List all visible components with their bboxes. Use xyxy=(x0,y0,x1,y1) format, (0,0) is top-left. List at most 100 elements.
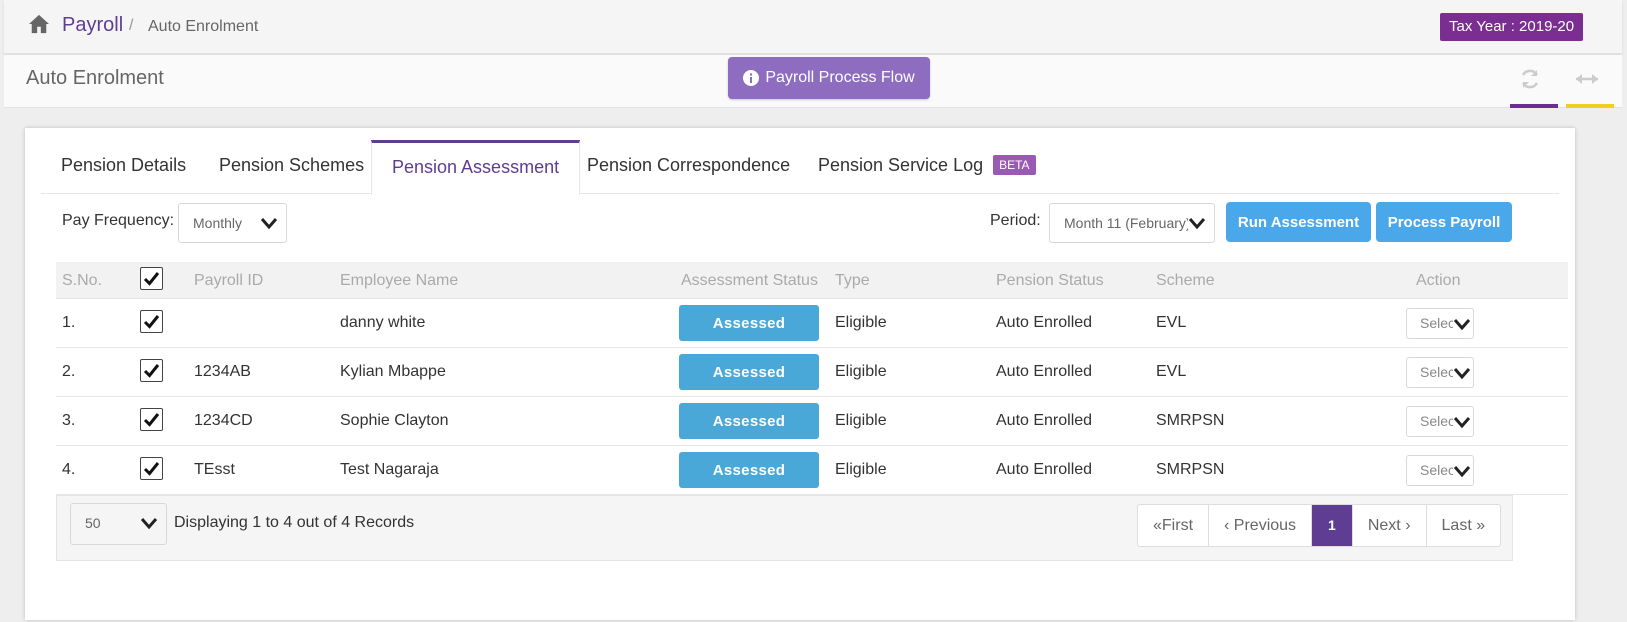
tab-label: Pension Service Log xyxy=(818,155,984,175)
chevron-down-icon xyxy=(1453,317,1471,331)
table-row: 3. 1234CD Sophie Clayton Assessed Eligib… xyxy=(56,397,1568,446)
checkmark-icon xyxy=(143,462,160,476)
pagination: «First ‹ Previous 1 Next › Last » xyxy=(1137,504,1502,547)
assessment-status-badge: Assessed xyxy=(679,354,819,390)
tab-bar: Pension Details Pension Schemes Pension … xyxy=(41,140,1559,195)
row-payroll-id: TEsst xyxy=(194,461,235,478)
run-assessment-button[interactable]: Run Assessment xyxy=(1226,202,1371,242)
row-scheme: SMRPSN xyxy=(1156,412,1225,429)
pagination-current-page[interactable]: 1 xyxy=(1312,505,1353,546)
row-pension-status: Auto Enrolled xyxy=(996,461,1093,478)
row-action-select[interactable]: Select xyxy=(1406,455,1474,486)
row-payroll-id: 1234AB xyxy=(194,363,251,380)
chevron-down-icon xyxy=(1453,415,1471,429)
row-checkbox[interactable] xyxy=(140,359,163,382)
records-count-text: Displaying 1 to 4 out of 4 Records xyxy=(174,514,415,531)
row-pension-status: Auto Enrolled xyxy=(996,363,1093,380)
pagination-previous[interactable]: ‹ Previous xyxy=(1209,505,1313,546)
tab-pension-details[interactable]: Pension Details xyxy=(41,140,206,194)
tax-year-badge[interactable]: Tax Year : 2019-20 xyxy=(1440,13,1584,41)
header-action: Action xyxy=(1416,272,1461,289)
chevron-left-icon: ‹ xyxy=(1224,517,1234,534)
double-chevron-left-icon: « xyxy=(1153,517,1162,534)
pay-frequency-value: Monthly xyxy=(193,215,243,231)
row-type: Eligible xyxy=(835,461,887,478)
chevron-down-icon xyxy=(1453,464,1471,478)
row-employee-name: danny white xyxy=(340,314,426,331)
breadcrumb-payroll[interactable]: Payroll xyxy=(62,14,123,37)
pagination-first-label: First xyxy=(1161,517,1194,534)
pagination-last[interactable]: Last » xyxy=(1427,505,1501,546)
row-checkbox[interactable] xyxy=(140,310,163,333)
row-type: Eligible xyxy=(835,314,887,331)
row-pension-status: Auto Enrolled xyxy=(996,314,1093,331)
row-checkbox[interactable] xyxy=(140,408,163,431)
double-chevron-right-icon: » xyxy=(1471,517,1486,534)
accent-bar-yellow xyxy=(1566,104,1614,108)
pagination-next[interactable]: Next › xyxy=(1353,505,1427,546)
beta-badge: BETA xyxy=(993,155,1036,175)
pagination-last-label: Last xyxy=(1441,517,1472,534)
tab-label: Pension Correspondence xyxy=(587,155,791,175)
row-sno: 4. xyxy=(62,461,76,478)
home-icon[interactable] xyxy=(28,14,50,34)
row-scheme: EVL xyxy=(1156,314,1187,331)
refresh-icon[interactable] xyxy=(1518,67,1542,91)
header-assessment-status: Assessment Status xyxy=(681,272,818,289)
chevron-down-icon xyxy=(1188,216,1206,230)
pagination-first[interactable]: «First xyxy=(1138,505,1210,546)
row-sno: 3. xyxy=(62,412,76,429)
chevron-right-icon: › xyxy=(1400,517,1411,534)
table-header: S.No. Payroll ID Employee Name Assessmen… xyxy=(56,262,1568,299)
tab-pension-service-log[interactable]: Pension Service Log BETA xyxy=(798,140,1056,194)
header-payroll-id: Payroll ID xyxy=(194,272,264,289)
tab-label: Pension Schemes xyxy=(219,155,365,175)
chevron-down-icon xyxy=(260,218,278,230)
header-type: Type xyxy=(835,272,870,289)
checkmark-icon xyxy=(143,272,160,286)
row-action-select[interactable]: Select xyxy=(1406,357,1474,388)
period-select[interactable]: Month 11 (February) xyxy=(1049,203,1215,243)
header-sno: S.No. xyxy=(62,272,103,289)
header-employee-name: Employee Name xyxy=(340,272,459,289)
pay-frequency-select[interactable]: Monthly xyxy=(178,203,287,243)
row-pension-status: Auto Enrolled xyxy=(996,412,1093,429)
table-footer: 50 Displaying 1 to 4 out of 4 Records «F… xyxy=(56,495,1513,561)
row-type: Eligible xyxy=(835,363,887,380)
tab-pension-schemes[interactable]: Pension Schemes xyxy=(199,140,384,194)
row-employee-name: Test Nagaraja xyxy=(340,461,439,478)
expand-horizontal-icon[interactable] xyxy=(1574,69,1600,89)
info-icon xyxy=(743,70,760,86)
row-type: Eligible xyxy=(835,412,887,429)
row-sno: 1. xyxy=(62,314,76,331)
checkmark-icon xyxy=(143,413,160,427)
page-size-select[interactable]: 50 xyxy=(70,503,167,545)
payroll-process-flow-button[interactable]: Payroll Process Flow xyxy=(728,57,930,99)
row-scheme: EVL xyxy=(1156,363,1187,380)
period-label: Period: xyxy=(990,212,1041,229)
assessment-status-badge: Assessed xyxy=(679,403,819,439)
page-header: Auto Enrolment Payroll Process Flow xyxy=(4,55,1622,108)
tab-pension-correspondence[interactable]: Pension Correspondence xyxy=(567,140,810,194)
checkmark-icon xyxy=(143,315,160,329)
tab-label: Pension Assessment xyxy=(392,157,560,177)
pay-frequency-label: Pay Frequency: xyxy=(62,212,175,229)
breadcrumb-separator: / xyxy=(129,17,134,34)
row-action-select[interactable]: Select xyxy=(1406,406,1474,437)
header-scheme: Scheme xyxy=(1156,272,1215,289)
assessment-status-badge: Assessed xyxy=(679,452,819,488)
page-title: Auto Enrolment xyxy=(26,67,164,89)
row-employee-name: Sophie Clayton xyxy=(340,412,449,429)
row-checkbox[interactable] xyxy=(140,457,163,480)
row-payroll-id: 1234CD xyxy=(194,412,253,429)
payroll-process-flow-label: Payroll Process Flow xyxy=(765,69,915,86)
process-payroll-button[interactable]: Process Payroll xyxy=(1376,202,1512,242)
pagination-next-label: Next xyxy=(1367,517,1401,534)
select-all-checkbox[interactable] xyxy=(140,267,163,290)
tab-pension-assessment[interactable]: Pension Assessment xyxy=(371,140,581,195)
chevron-down-icon xyxy=(1453,366,1471,380)
row-action-select[interactable]: Select xyxy=(1406,308,1474,339)
pagination-previous-label: Previous xyxy=(1233,517,1297,534)
table-row: 4. TEsst Test Nagaraja Assessed Eligible… xyxy=(56,446,1568,495)
assessment-status-badge: Assessed xyxy=(679,305,819,341)
